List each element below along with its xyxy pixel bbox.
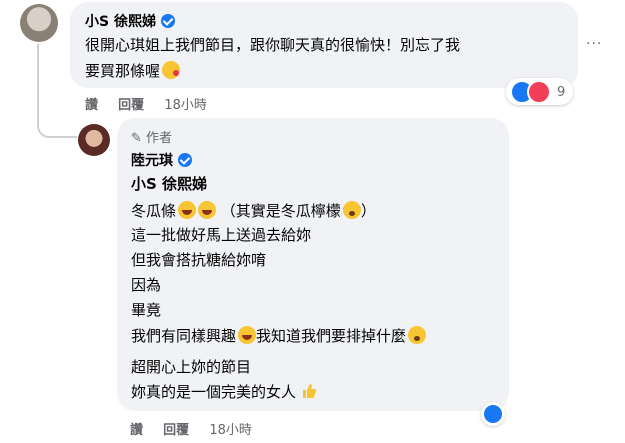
- avatar-commenter[interactable]: [20, 4, 58, 42]
- kiss-emoji-icon: [162, 61, 181, 79]
- verified-icon: [161, 14, 176, 28]
- reply-line: ）: [360, 202, 376, 220]
- laughing-emoji-icon: [198, 201, 217, 219]
- worried-emoji-icon: [342, 201, 361, 219]
- reply-line: 因為: [131, 276, 162, 294]
- comment-text-line2: 要買那條喔: [85, 62, 161, 80]
- mention-link[interactable]: 小S 徐熙娣: [131, 175, 207, 194]
- more-options-icon[interactable]: ···: [586, 36, 612, 56]
- like-action[interactable]: 讚: [85, 98, 98, 113]
- comment-bubble: 小S 徐熙娣 很開心琪姐上我們節目，跟你聊天真的很愉快！別忘了我 要買那條喔: [70, 2, 578, 88]
- comment-time[interactable]: 18小時: [164, 98, 207, 113]
- laughing-emoji-icon: [178, 201, 197, 219]
- relieved-emoji-icon: [408, 326, 427, 344]
- reply-line: 畢竟: [131, 301, 162, 319]
- reaction-count: 9: [557, 84, 566, 100]
- reply-bubble: ✎ 作者 陸元琪 小S 徐熙娣 冬瓜條 （其實是冬瓜檸檬 ） 這一批做好馬上送過去…: [117, 118, 509, 411]
- reply-time[interactable]: 18小時: [209, 423, 252, 438]
- laughing-emoji-icon: [238, 326, 257, 344]
- reply-line: 這一批做好馬上送過去給妳: [131, 226, 312, 244]
- reply-action[interactable]: 回覆: [118, 98, 144, 113]
- reply-line: （其實是冬瓜檸檬: [220, 202, 341, 220]
- reply-line: 我們有同樣興趣: [131, 327, 237, 345]
- reply-action[interactable]: 回覆: [163, 423, 189, 438]
- love-reaction-icon: [527, 80, 551, 104]
- pencil-icon: ✎: [131, 131, 142, 146]
- reply-line: 但我會搭抗糖給妳唷: [131, 251, 267, 269]
- author-badge: ✎ 作者: [131, 131, 173, 146]
- thumbs-up-emoji-icon: [302, 384, 316, 398]
- comment-author[interactable]: 小S 徐熙娣: [85, 14, 156, 30]
- verified-icon: [178, 153, 193, 167]
- reply-line: 我知道我們要排掉什麼: [256, 327, 407, 345]
- comment-actions: 讚 回覆 18小時: [85, 94, 207, 113]
- reply-author[interactable]: 陸元琪: [131, 153, 173, 169]
- like-reaction-icon: [484, 405, 502, 423]
- reactions-summary[interactable]: 9: [506, 78, 574, 105]
- reply-reaction-summary[interactable]: [481, 402, 505, 426]
- avatar-replier[interactable]: [78, 124, 110, 156]
- reply-line: 超開心上妳的節目: [131, 358, 252, 376]
- comment-text-line1: 很開心琪姐上我們節目，跟你聊天真的很愉快！別忘了我: [85, 36, 461, 54]
- reply-actions: 讚 回覆 18小時: [130, 419, 252, 438]
- reply-line: 冬瓜條: [131, 202, 177, 220]
- reply-line: 妳真的是一個完美的女人: [131, 383, 297, 401]
- like-action[interactable]: 讚: [130, 423, 143, 438]
